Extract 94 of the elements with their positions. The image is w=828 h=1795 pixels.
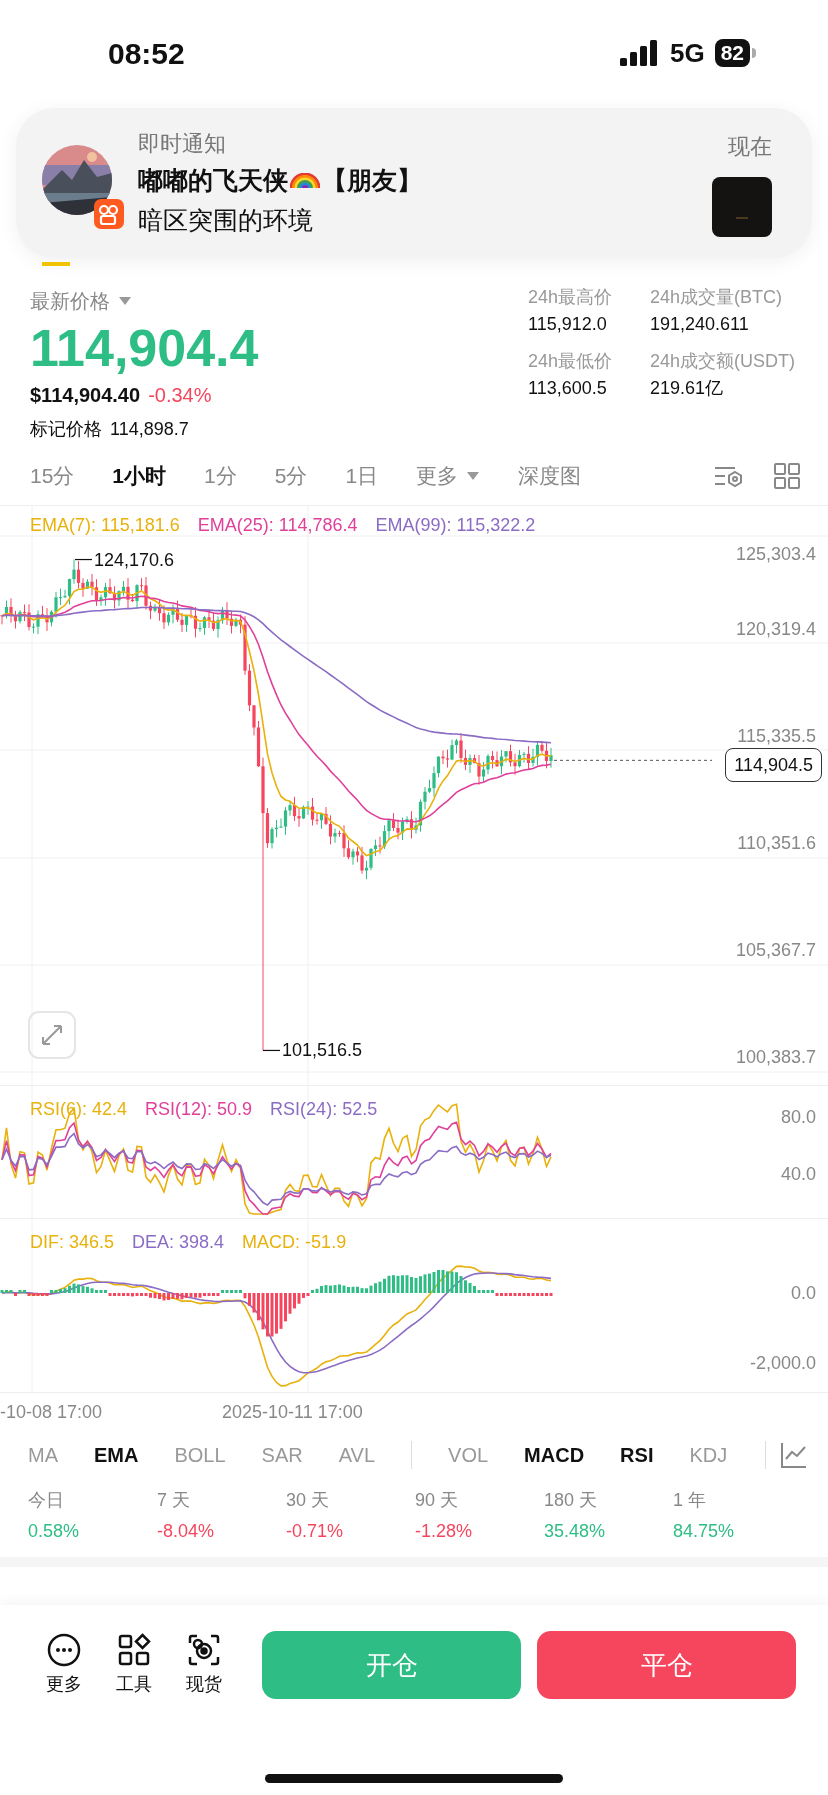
notification-body: 暗区突围的环境 [138,204,314,236]
interval-tab[interactable]: 1分 [204,459,237,492]
indicator-tab[interactable]: MA [28,1440,58,1470]
low-price-label: 101,516.5 [282,1040,363,1061]
rsi-axis-label: 40.0 [780,1164,816,1184]
price-axis-label: 105,367.7 [735,940,816,960]
period-label: 今日 [28,1489,65,1512]
high-price-label: 124,170.6 [94,549,175,570]
toolbar-button[interactable]: 工具 [116,1632,152,1698]
chart-edit-icon[interactable] [780,1441,808,1469]
mark-price-label: 标记价格 [30,418,102,441]
period-label: 90 天 [415,1489,460,1512]
app-badge-icon [94,199,124,229]
price-type-dropdown[interactable]: 最新价格 [30,286,259,316]
more-dropdown[interactable]: 更多 [416,459,481,492]
indicator-legend: RSI(12): 50.9 [145,1096,253,1123]
price-axis-label: 125,303.4 [735,544,816,564]
signal-icon [619,40,660,66]
leader-line [262,1049,281,1052]
indicator-legend: RSI(24): 52.5 [270,1096,378,1123]
macd-axis-label: -2,000.0 [749,1353,816,1373]
period-change: 84.75% [673,1520,736,1543]
interval-tab[interactable]: 5分 [274,459,308,492]
indicator-tab[interactable]: VOL [448,1440,489,1470]
caret-icon [118,296,132,306]
close-position-button[interactable]: 平仓 [537,1631,796,1699]
indicator-legend: RSI(6): 42.4 [30,1096,128,1123]
current-price-tag: 114,904.5 [725,748,822,783]
time-axis-label: 2025-10-11 17:00 [222,1401,363,1424]
rainbow-icon [290,172,320,189]
indicator-tab[interactable]: RSI [620,1440,654,1470]
indicator-legend: DEA: 398.4 [132,1229,225,1256]
indicator-tab[interactable]: SAR [261,1440,303,1470]
stat-label: 24h成交量(BTC) [650,286,784,309]
indicator-legend: EMA(7): 115,181.6 [30,512,180,539]
network-type: 5G [669,36,705,70]
period-change: -8.04% [157,1520,216,1543]
indicator-tab[interactable]: BOLL [174,1440,226,1470]
period-label: 30 天 [286,1489,331,1512]
indicator-legend: EMA(25): 114,786.4 [197,512,358,539]
tab-indicator [42,262,70,266]
period-change: -1.28% [415,1520,474,1543]
price-axis-label: 110,351.6 [737,833,816,853]
notification-time: 现在 [728,132,772,161]
period-change: -0.71% [286,1520,345,1543]
interval-tab[interactable]: 1日 [345,459,379,492]
grid-icon[interactable] [774,462,800,489]
stat-label: 24h成交额(USDT) [650,350,797,373]
stat-value: 113,600.5 [528,377,608,400]
usd-price: $114,904.40 [30,383,141,408]
rsi-axis-label: 80.0 [780,1107,816,1127]
toolbar-button[interactable]: 更多 [46,1632,82,1698]
interval-tab[interactable]: 15分 [30,459,75,492]
price-axis-label: 115,335.5 [737,726,816,746]
indicator-legend: EMA(99): 115,322.2 [375,512,536,539]
period-label: 7 天 [157,1489,191,1512]
toolbar-button[interactable]: 现货 [186,1632,222,1698]
period-change: 35.48% [544,1520,607,1543]
indicator-legend: DIF: 346.5 [30,1229,115,1256]
stat-label: 24h最低价 [528,350,614,373]
interval-tab[interactable]: 1小时 [112,459,167,492]
stat-value: 219.61亿 [650,377,725,400]
notification-card[interactable]: 即时通知 嘟嘟的飞天侠 【朋友】 暗区突围的环境 现在 [16,108,812,258]
indicator-tab[interactable]: MACD [524,1440,585,1470]
caret-icon [466,470,481,481]
more-icon [47,1632,81,1667]
mark-price: 114,898.7 [110,418,189,441]
video-thumbnail [712,176,772,237]
notification-sender: 嘟嘟的飞天侠 [138,165,288,196]
price-axis-label: 100,383.7 [735,1047,816,1067]
period-label: 180 天 [544,1489,599,1512]
stat-label: 24h最高价 [528,286,614,309]
stat-value: 115,912.0 [528,313,608,336]
time-axis-label: -10-08 17:00 [0,1401,103,1424]
notification-tag: 【朋友】 [322,162,422,200]
last-price: 114,904.4 [30,318,259,379]
open-position-button[interactable]: 开仓 [262,1631,521,1699]
battery-indicator: 82 [714,39,756,67]
price-change: -0.34% [148,383,212,408]
leader-line [74,558,93,561]
period-change: 0.58% [28,1520,81,1543]
indicator-legend: MACD: -51.9 [242,1229,347,1256]
indicator-tab[interactable]: EMA [94,1440,139,1470]
indicator-tab[interactable]: KDJ [689,1440,728,1470]
period-label: 1 年 [673,1489,707,1512]
interval-tab[interactable]: 深度图 [518,459,582,492]
notification-app-label: 即时通知 [138,130,227,158]
status-time: 08:52 [108,35,185,72]
expand-icon[interactable] [28,1011,76,1059]
stat-value: 191,240.611 [650,313,750,336]
price-axis-label: 120,319.4 [735,619,816,639]
indicator-tab[interactable]: AVL [338,1440,376,1470]
apps-icon [117,1632,151,1667]
scan-coin-icon [187,1632,221,1667]
